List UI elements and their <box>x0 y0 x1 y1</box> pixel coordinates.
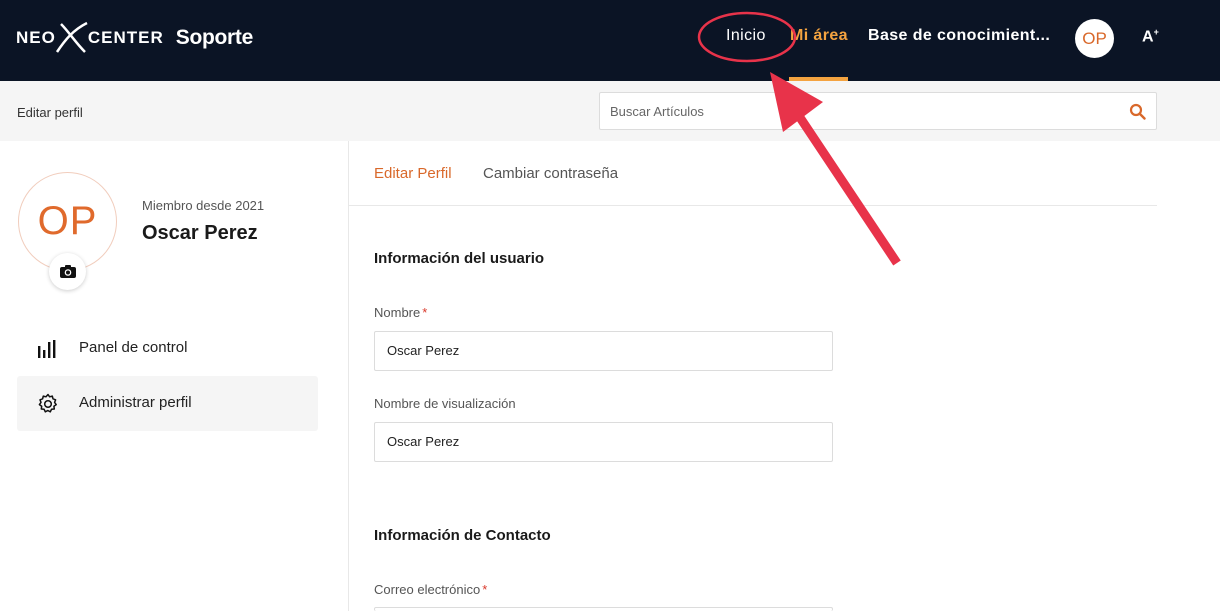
nav-base-conocimiento[interactable]: Base de conocimient... <box>868 27 1050 45</box>
logo-text-center: CENTER <box>87 28 164 47</box>
name-input[interactable] <box>387 343 817 358</box>
sidebar-item-label: Panel de control <box>79 339 188 356</box>
font-size-plus: + <box>1153 27 1159 37</box>
tab-editar-perfil[interactable]: Editar Perfil <box>374 165 452 182</box>
user-avatar-button[interactable]: OP <box>1075 19 1114 58</box>
name-label: Nombre * <box>374 305 427 320</box>
logo-text-neo: NEO <box>16 28 56 47</box>
camera-icon <box>59 265 76 278</box>
avatar-initials: OP <box>1082 28 1107 48</box>
required-mark: * <box>482 582 488 597</box>
display-name-input[interactable] <box>387 434 817 449</box>
tab-cambiar-contrasena[interactable]: Cambiar contraseña <box>483 165 618 182</box>
required-mark: * <box>422 305 428 320</box>
font-size-button[interactable]: A+ <box>1142 27 1159 46</box>
profile-name: Oscar Perez <box>142 222 258 244</box>
sidebar-item-administrar-perfil[interactable]: Administrar perfil <box>17 376 318 431</box>
sidebar-divider <box>348 141 349 611</box>
sub-header: Editar perfil <box>0 81 1220 141</box>
logo-swoosh-icon <box>55 18 88 58</box>
page-breadcrumb: Editar perfil <box>17 105 83 120</box>
display-name-field[interactable] <box>374 422 833 462</box>
name-label-text: Nombre <box>374 305 421 320</box>
search-icon[interactable] <box>1129 103 1146 120</box>
gear-icon <box>38 393 57 413</box>
logo-mark: NEO CENTER <box>16 18 164 58</box>
search-box[interactable] <box>599 92 1157 130</box>
display-name-label: Nombre de visualización <box>374 396 516 411</box>
change-photo-button[interactable] <box>49 253 86 290</box>
name-field[interactable] <box>374 331 833 371</box>
section-title-user-info: Información del usuario <box>374 250 545 267</box>
sidebar-item-panel-control[interactable]: Panel de control <box>17 321 318 376</box>
email-label-text: Correo electrónico <box>374 582 481 597</box>
top-header: NEO CENTER Soporte Inicio Mi área Base d… <box>0 0 1220 81</box>
font-size-label: A <box>1142 28 1154 46</box>
email-label: Correo electrónico * <box>374 582 487 597</box>
nav-mi-area[interactable]: Mi área <box>790 27 848 45</box>
nav-inicio[interactable]: Inicio <box>726 27 766 45</box>
logo-product-name: Soporte <box>175 26 254 49</box>
bar-chart-icon <box>38 340 56 358</box>
section-title-contact-info: Información de Contacto <box>374 527 551 544</box>
search-input[interactable] <box>610 101 1110 121</box>
email-field[interactable] <box>374 607 833 611</box>
member-since: Miembro desde 2021 <box>142 198 265 213</box>
sidebar-item-label: Administrar perfil <box>79 394 192 411</box>
profile-initials: OP <box>37 199 98 243</box>
neocenter-logo[interactable]: NEO CENTER Soporte <box>16 16 253 60</box>
profile-tabs: Editar Perfil Cambiar contraseña <box>349 141 1157 206</box>
